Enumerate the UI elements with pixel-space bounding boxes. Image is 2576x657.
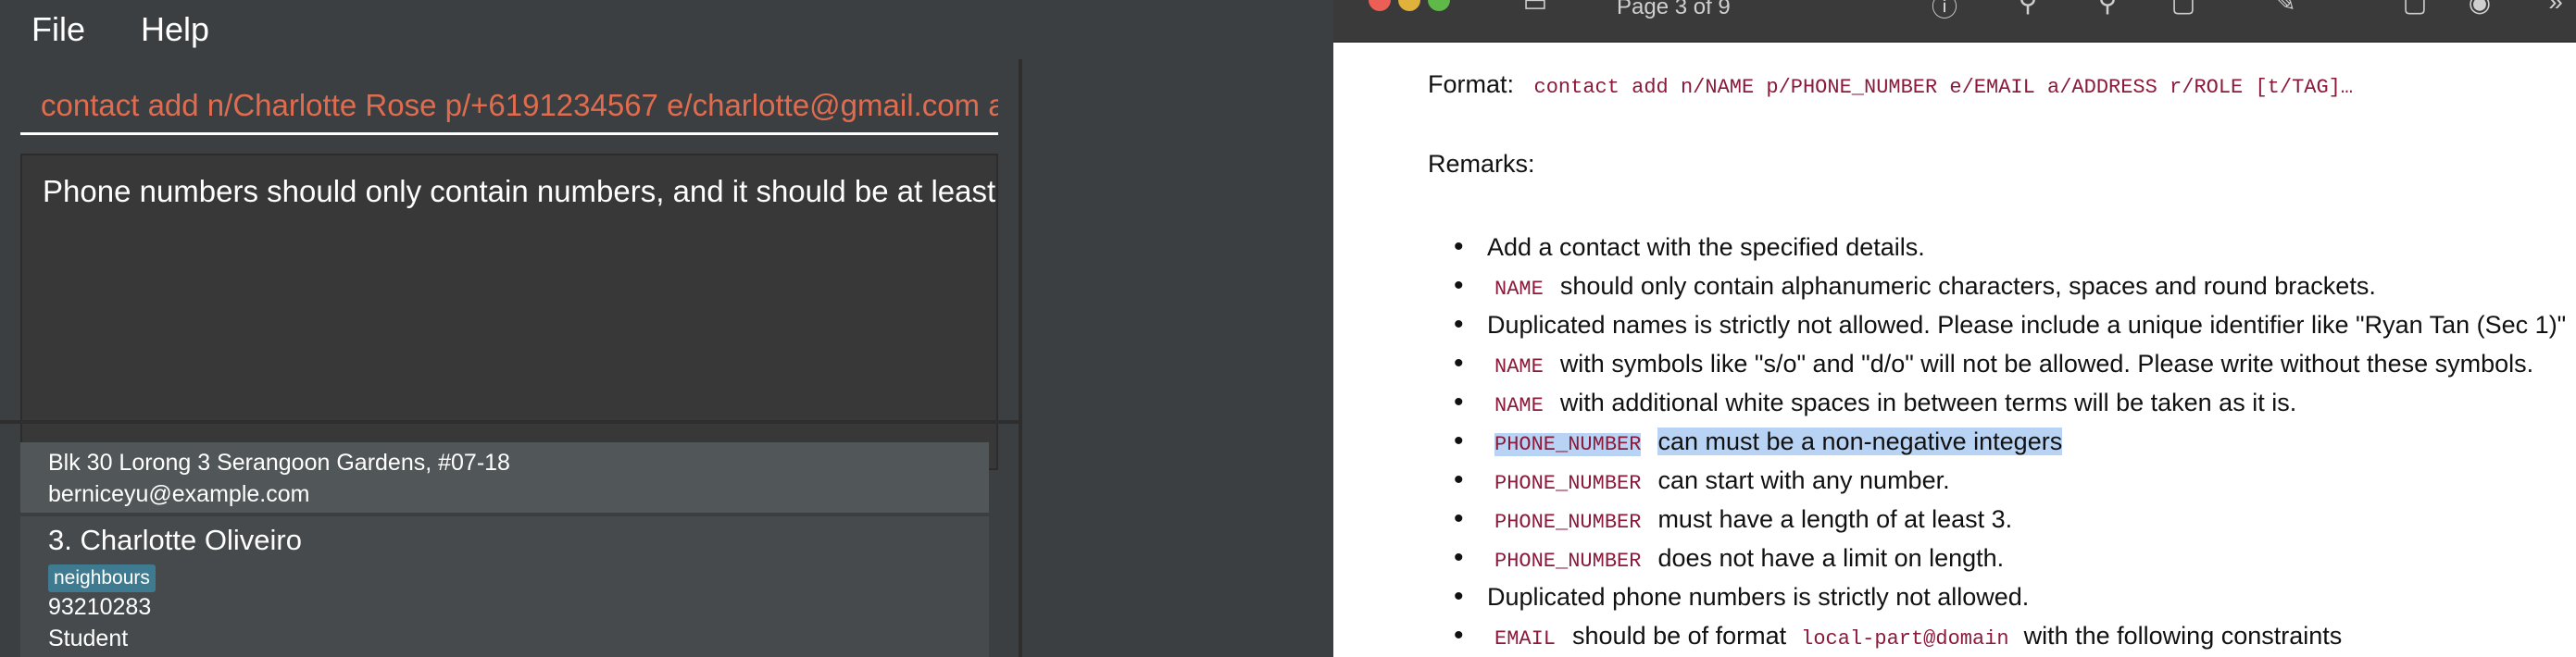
- remark-code: local-part@domain: [1801, 627, 2009, 651]
- menu-help[interactable]: Help: [94, 10, 209, 49]
- minimize-window-icon[interactable]: [1398, 0, 1420, 11]
- remark-item: NAME should only contain alphanumeric cha…: [1428, 267, 2576, 305]
- remark-text: with the following constraints: [2023, 622, 2343, 650]
- remarks-list: Add a contact with the specified details…: [1428, 228, 2576, 655]
- info-icon[interactable]: ⓘ: [1928, 0, 1961, 24]
- zoom-in-icon[interactable]: ⚲: [2011, 0, 2045, 18]
- command-input[interactable]: [20, 78, 998, 132]
- remark-item: PHONE_NUMBER does not have a limit on len…: [1428, 539, 2576, 577]
- person-card[interactable]: 3. Charlotte Oliveiro neighbours 9321028…: [20, 516, 989, 657]
- remark-code: NAME: [1494, 355, 1544, 378]
- person-list[interactable]: Blk 30 Lorong 3 Serangoon Gardens, #07-1…: [20, 442, 989, 657]
- remark-code: PHONE_NUMBER: [1494, 472, 1642, 495]
- person-address: Blk 30 Lorong 3 Serangoon Gardens, #07-1…: [48, 450, 510, 476]
- pdf-toolbar: ▭ Page 3 of 9 ⓘ ⚲ ⚲ ▢ ✎ ▢ ◉ »: [1333, 0, 2576, 43]
- remark-text: should only contain alphanumeric charact…: [1559, 272, 2376, 300]
- menu-file[interactable]: File: [0, 10, 85, 49]
- panel-divider[interactable]: [0, 420, 1019, 424]
- sidebar-icon[interactable]: ▭: [1519, 0, 1552, 18]
- person-phone: 93210283: [48, 594, 152, 620]
- remark-text-highlighted: can must be a non-negative integers: [1657, 428, 2063, 455]
- address-book-app: File Help Phone numbers should only cont…: [0, 0, 1333, 657]
- remark-code: NAME: [1494, 394, 1544, 417]
- remark-text: with symbols like "s/o" and "d/o" will n…: [1559, 350, 2534, 378]
- person-role: Student: [48, 626, 129, 651]
- annotate-icon[interactable]: ✎: [2269, 0, 2302, 18]
- format-label: Format:: [1428, 70, 1515, 98]
- pdf-viewer-window: ▭ Page 3 of 9 ⓘ ⚲ ⚲ ▢ ✎ ▢ ◉ » Format: co…: [1333, 0, 2576, 657]
- menu-bar: File Help: [0, 0, 1333, 59]
- zoom-out-icon[interactable]: ⚲: [2091, 0, 2124, 18]
- remark-code: PHONE_NUMBER: [1494, 511, 1642, 534]
- close-window-icon[interactable]: [1369, 0, 1391, 11]
- remark-item-highlighted: PHONE_NUMBER can must be a non-negative i…: [1428, 422, 2576, 461]
- remark-item: NAME with symbols like "s/o" and "d/o" wi…: [1428, 344, 2576, 383]
- result-message: Phone numbers should only contain number…: [43, 174, 996, 208]
- remark-text: Duplicated names is strictly not allowed…: [1487, 311, 2567, 339]
- format-code: contact add n/NAME p/PHONE_NUMBER e/EMAI…: [1533, 76, 2354, 99]
- remark-text: with additional white spaces in between …: [1559, 389, 2297, 416]
- command-box: [20, 78, 998, 135]
- remark-text: can start with any number.: [1657, 466, 1950, 494]
- person-tag: neighbours: [48, 564, 156, 592]
- main-panel: Phone numbers should only contain number…: [0, 59, 1019, 657]
- remark-item: Duplicated phone numbers is strictly not…: [1428, 577, 2576, 616]
- page-indicator: Page 3 of 9: [1617, 0, 1731, 19]
- remark-text: must have a length of at least 3.: [1657, 505, 2013, 533]
- remark-text: does not have a limit on length.: [1657, 544, 2005, 572]
- empty-panel: [1019, 59, 1333, 657]
- zoom-window-icon[interactable]: [1428, 0, 1450, 11]
- remarks-label: Remarks:: [1428, 150, 1535, 178]
- remark-text: Duplicated phone numbers is strictly not…: [1487, 583, 2030, 611]
- remark-item: Add a contact with the specified details…: [1428, 228, 2576, 267]
- person-card[interactable]: Blk 30 Lorong 3 Serangoon Gardens, #07-1…: [20, 442, 989, 513]
- remark-item: Duplicated names is strictly not allowed…: [1428, 305, 2576, 344]
- pdf-page[interactable]: Format: contact add n/NAME p/PHONE_NUMBE…: [1333, 43, 2576, 657]
- remark-code: PHONE_NUMBER: [1494, 433, 1642, 456]
- more-icon[interactable]: »: [2539, 0, 2572, 17]
- person-name: 3. Charlotte Oliveiro: [48, 524, 302, 556]
- remark-text: Add a contact with the specified details…: [1487, 233, 1925, 261]
- remark-item: PHONE_NUMBER can start with any number.: [1428, 461, 2576, 500]
- remark-code: PHONE_NUMBER: [1494, 550, 1642, 573]
- remark-item: EMAIL should be of format local-part@domai…: [1428, 616, 2576, 655]
- remark-code: NAME: [1494, 278, 1544, 301]
- share-icon[interactable]: ▢: [2167, 0, 2200, 18]
- person-email: berniceyu@example.com: [48, 481, 310, 507]
- format-line: Format: contact add n/NAME p/PHONE_NUMBE…: [1428, 70, 2353, 99]
- remark-text: should be of format: [1572, 622, 1787, 650]
- remark-code: EMAIL: [1494, 627, 1557, 651]
- markup-icon[interactable]: ◉: [2463, 0, 2496, 18]
- remark-item: NAME with additional white spaces in betw…: [1428, 383, 2576, 422]
- rotate-icon[interactable]: ▢: [2398, 0, 2432, 18]
- remark-item: PHONE_NUMBER must have a length of at lea…: [1428, 500, 2576, 539]
